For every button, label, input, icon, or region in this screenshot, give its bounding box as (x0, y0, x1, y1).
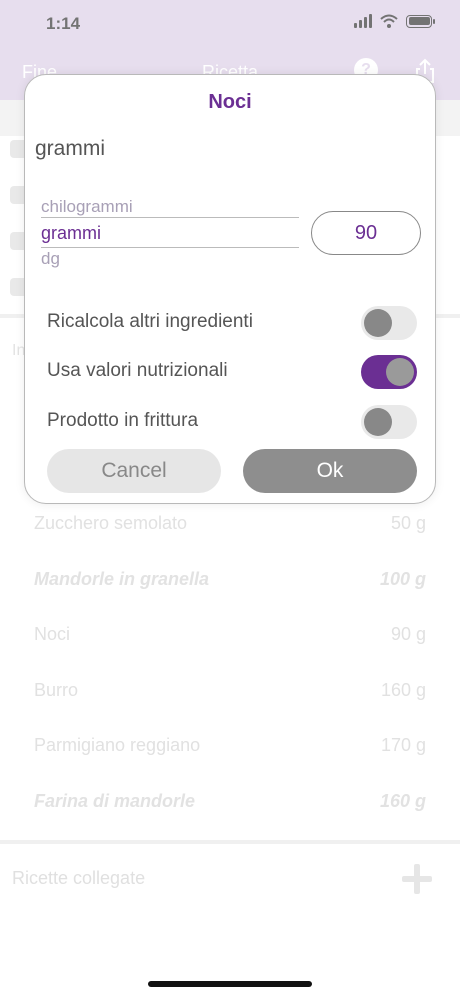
home-indicator[interactable] (148, 981, 312, 987)
picker-divider (41, 217, 299, 218)
toggle-recalc[interactable] (361, 306, 417, 340)
ok-button[interactable]: Ok (243, 449, 417, 493)
toggle-fried[interactable] (361, 405, 417, 439)
toggle-nutrition[interactable] (361, 355, 417, 389)
toggle-knob (364, 309, 392, 337)
unit-label: grammi (35, 137, 106, 160)
picker-option[interactable]: dg (41, 249, 60, 269)
picker-divider (41, 247, 299, 248)
picker-selected-option[interactable]: grammi (41, 223, 101, 244)
cancel-button[interactable]: Cancel (47, 449, 221, 493)
toggle-knob (386, 358, 414, 386)
dialog-title: Noci (208, 91, 252, 113)
option-label-nutrition: Usa valori nutrizionali (47, 360, 228, 381)
quantity-input[interactable]: 90 (311, 211, 421, 255)
unit-dialog: Noci grammi chilogrammi grammi dg 90 Ric… (24, 74, 436, 504)
picker-option[interactable]: chilogrammi (41, 197, 133, 217)
option-label-recalc: Ricalcola altri ingredienti (47, 311, 253, 332)
unit-picker[interactable]: chilogrammi grammi dg (41, 193, 299, 269)
option-label-fried: Prodotto in frittura (47, 410, 199, 431)
toggle-knob (364, 408, 392, 436)
